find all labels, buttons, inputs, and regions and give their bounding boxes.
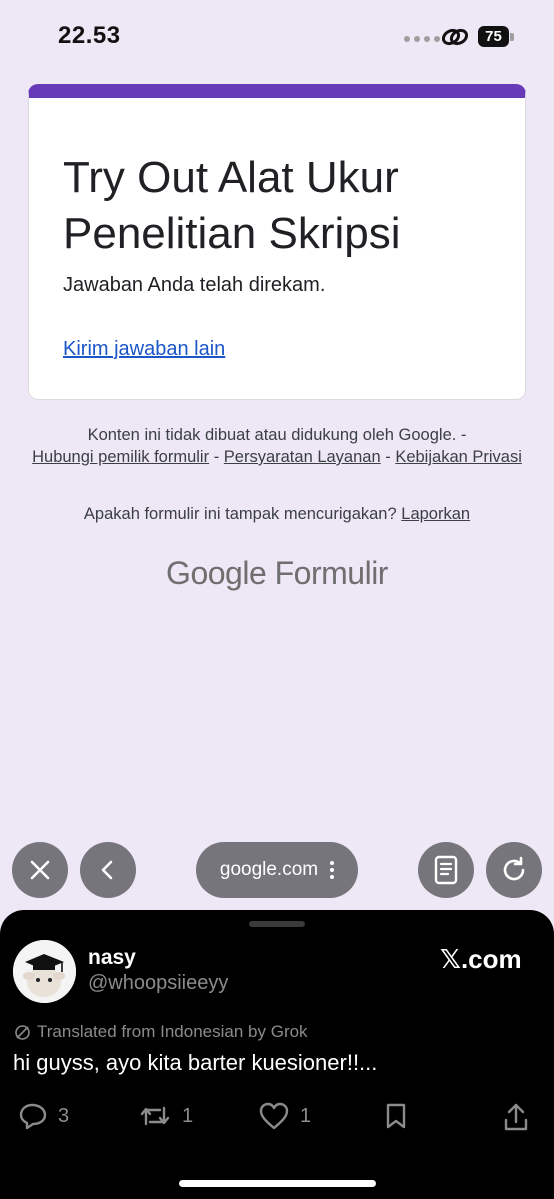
bookmark-icon bbox=[386, 1103, 406, 1129]
submit-another-response-link[interactable]: Kirim jawaban lain bbox=[63, 338, 225, 361]
tweet-author-name[interactable]: nasy bbox=[88, 946, 136, 970]
form-footer-disclaimer: Konten ini tidak dibuat atau didukung ol… bbox=[32, 426, 522, 466]
avatar-image bbox=[13, 940, 76, 1003]
close-tab-button[interactable] bbox=[12, 842, 68, 898]
google-forms-logo: Google Formulir bbox=[0, 555, 554, 592]
status-bar: 22.53 75 bbox=[0, 0, 554, 70]
report-link[interactable]: Laporkan bbox=[401, 505, 470, 523]
personal-hotspot-icon bbox=[441, 28, 469, 46]
battery-icon: 75 bbox=[478, 26, 514, 47]
like-count: 1 bbox=[300, 1104, 312, 1127]
google-wordmark: Google bbox=[166, 555, 267, 591]
like-button[interactable]: 1 bbox=[258, 1102, 311, 1130]
reply-button[interactable]: 3 bbox=[18, 1102, 69, 1130]
battery-level: 75 bbox=[478, 26, 509, 47]
reader-mode-button[interactable] bbox=[418, 842, 474, 898]
url-text: google.com bbox=[219, 859, 319, 880]
back-icon bbox=[101, 860, 113, 880]
repost-count: 1 bbox=[182, 1104, 194, 1127]
reload-button[interactable] bbox=[486, 842, 542, 898]
repost-button[interactable]: 1 bbox=[138, 1102, 193, 1130]
more-icon[interactable] bbox=[330, 861, 335, 879]
suspicious-question: Apakah formulir ini tampak mencurigakan? bbox=[83, 505, 397, 523]
url-bar[interactable]: google.com bbox=[196, 842, 358, 898]
repost-icon bbox=[140, 1106, 170, 1126]
back-button[interactable] bbox=[80, 842, 136, 898]
reader-icon bbox=[434, 855, 458, 885]
heart-icon bbox=[259, 1102, 289, 1130]
form-confirmation-card: Try Out Alat Ukur Penelitian Skripsi Jaw… bbox=[28, 84, 526, 400]
bookmark-button[interactable] bbox=[382, 1102, 410, 1130]
report-abuse-line: Apakah formulir ini tampak mencurigakan?… bbox=[30, 505, 524, 524]
close-icon bbox=[30, 860, 50, 880]
privacy-policy-link[interactable]: Kebijakan Privasi bbox=[395, 448, 522, 466]
forms-wordmark: Formulir bbox=[274, 555, 389, 591]
grok-icon bbox=[15, 1024, 30, 1040]
translation-label: Translated from Indonesian by Grok bbox=[37, 1022, 308, 1041]
contact-owner-link[interactable]: Hubungi pemilik formulir bbox=[32, 448, 209, 466]
home-indicator[interactable] bbox=[179, 1180, 376, 1187]
cellular-signal-icon bbox=[404, 36, 440, 42]
status-time: 22.53 bbox=[58, 22, 121, 49]
avatar[interactable] bbox=[13, 940, 76, 1003]
share-button[interactable] bbox=[502, 1102, 530, 1132]
disclaimer-text: Konten ini tidak dibuat atau didukung ol… bbox=[87, 426, 467, 444]
tweet-text[interactable]: hi guyss, ayo kita barter kuesioner!!... bbox=[13, 1050, 377, 1076]
translation-notice: Translated from Indonesian by Grok bbox=[14, 1022, 308, 1042]
reload-icon bbox=[503, 856, 525, 881]
form-confirmation-message: Jawaban Anda telah direkam. bbox=[63, 274, 326, 296]
reply-icon bbox=[19, 1103, 47, 1130]
share-icon bbox=[504, 1103, 528, 1131]
tweet-author-handle[interactable]: @whoopsiieeyy bbox=[88, 972, 228, 995]
x-logo[interactable]: 𝕏.com bbox=[440, 944, 522, 975]
reply-count: 3 bbox=[58, 1104, 70, 1127]
form-title: Try Out Alat Ukur Penelitian Skripsi bbox=[63, 153, 401, 258]
terms-of-service-link[interactable]: Persyaratan Layanan bbox=[224, 448, 381, 466]
tweet-card[interactable]: nasy @whoopsiieeyy 𝕏.com Translated from… bbox=[0, 910, 554, 1199]
sheet-grabber[interactable] bbox=[249, 921, 305, 927]
